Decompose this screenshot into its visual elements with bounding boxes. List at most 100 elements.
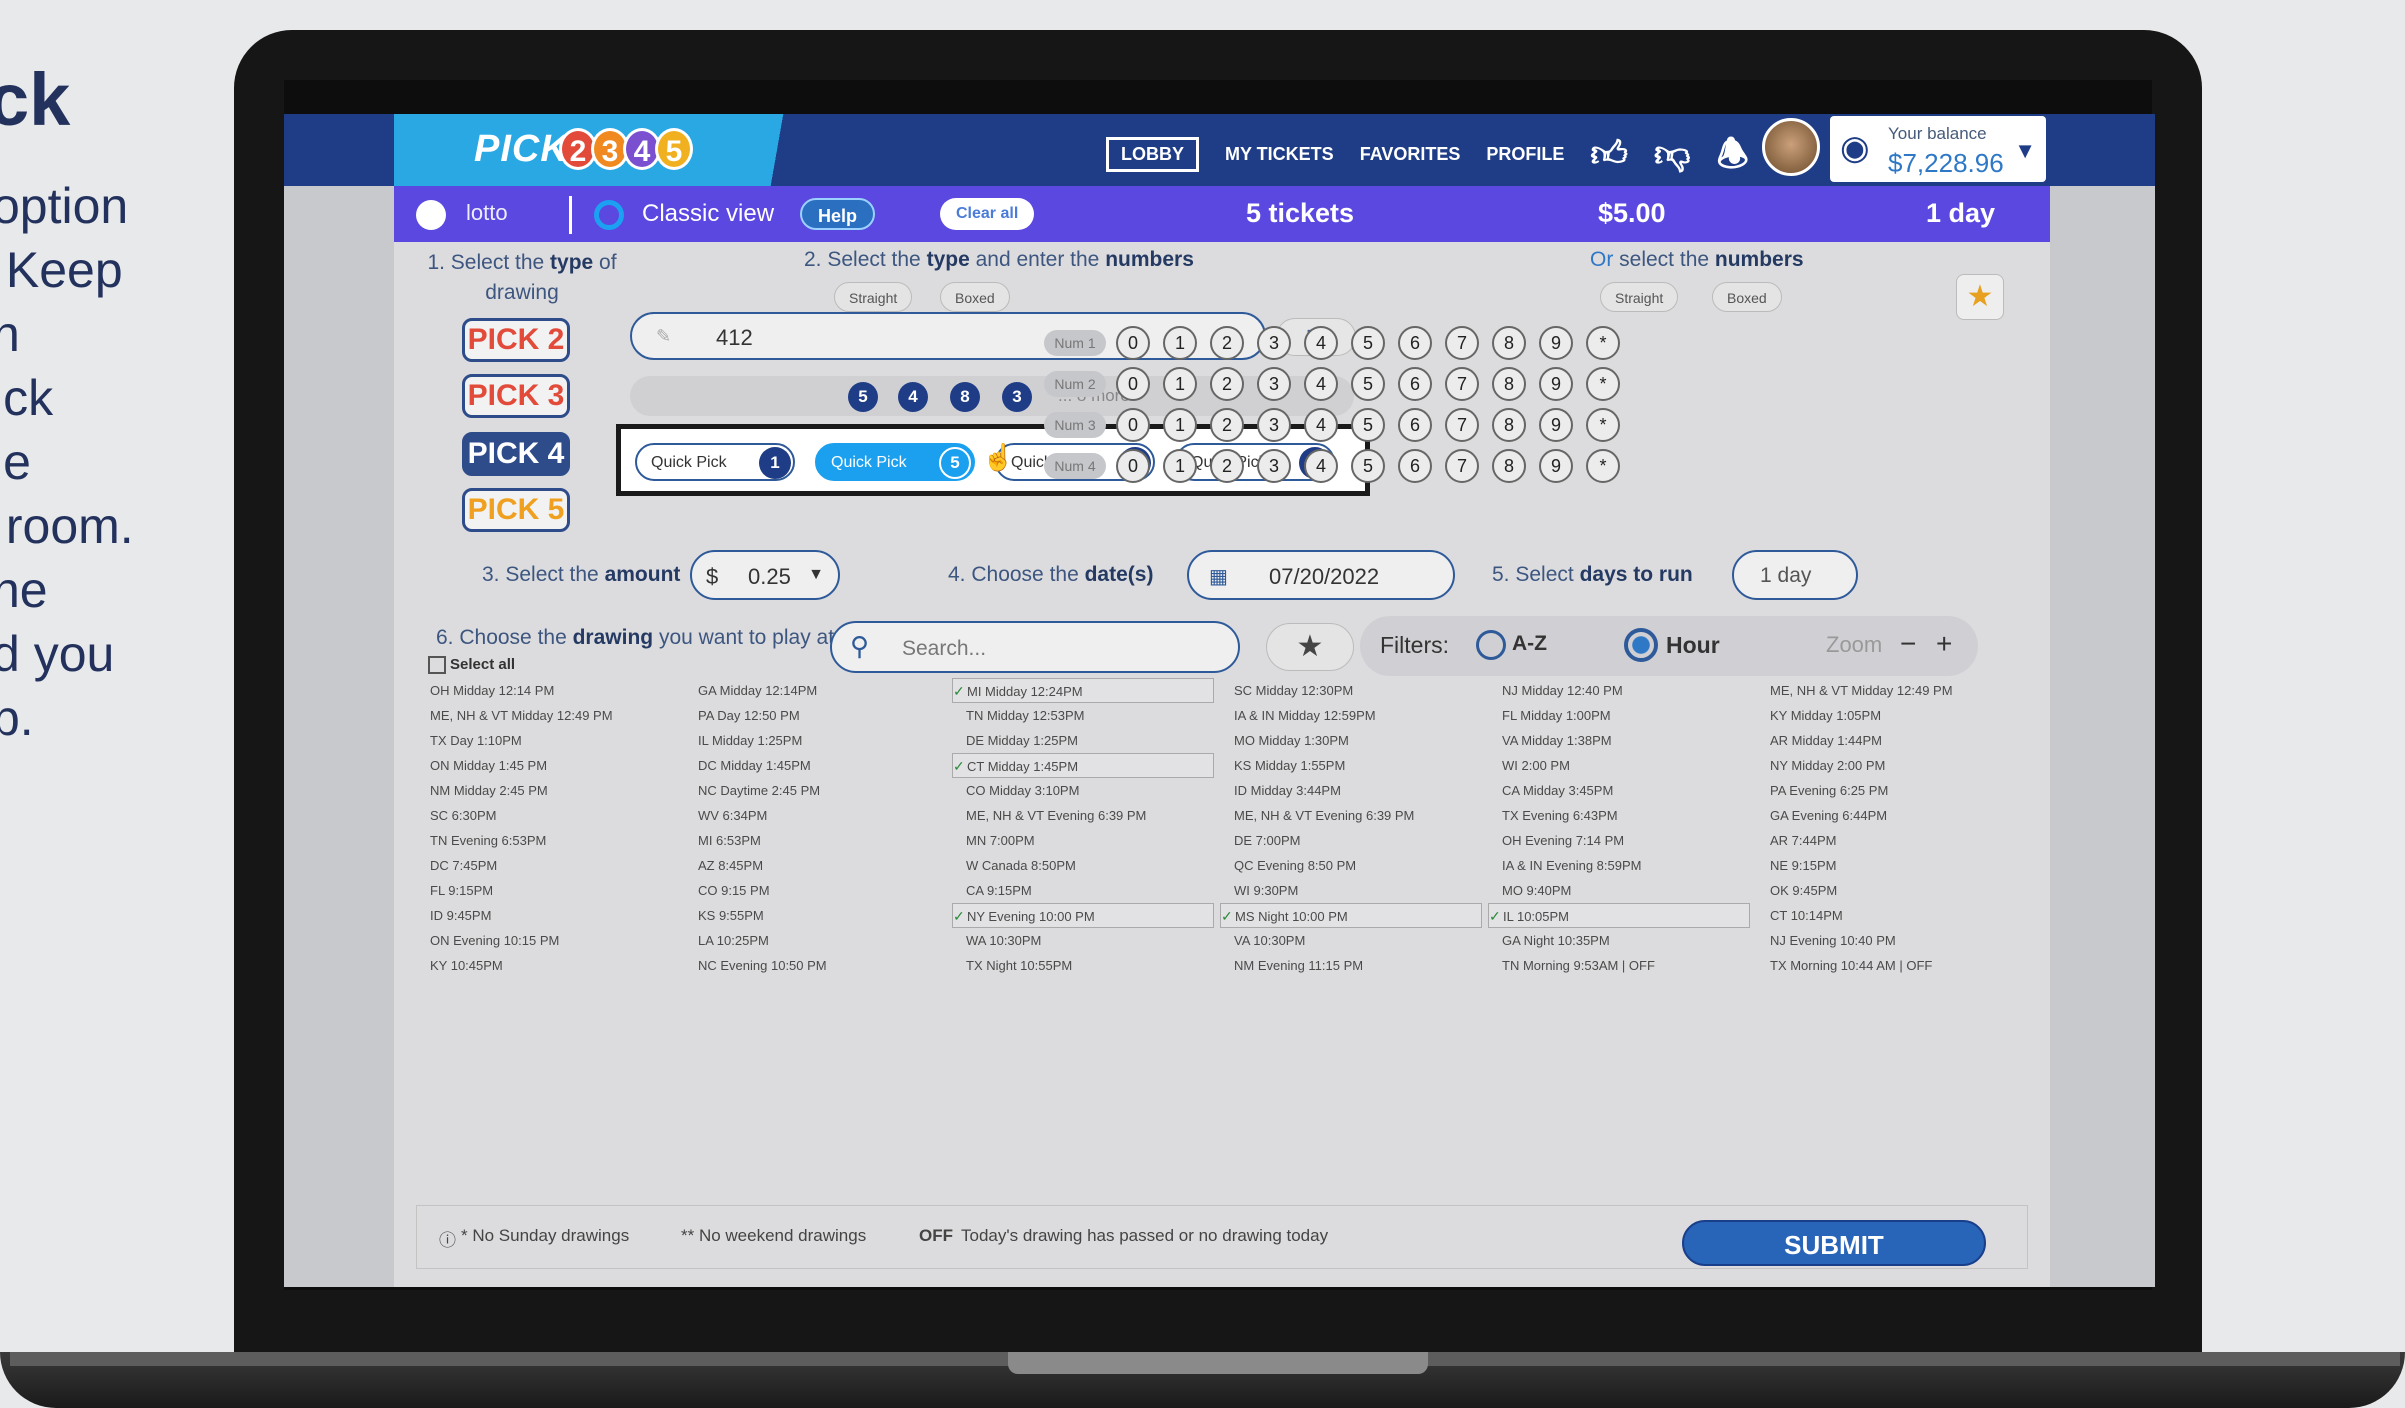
- days-select[interactable]: 1 day: [1732, 550, 1858, 600]
- drawing-item[interactable]: TX Day 1:10PM: [416, 728, 678, 753]
- digit-cell[interactable]: 4: [1304, 326, 1338, 360]
- drawing-item[interactable]: WA 10:30PM: [952, 928, 1214, 953]
- clear-all-button[interactable]: Clear all: [940, 198, 1035, 230]
- drawing-item[interactable]: MO 9:40PM: [1488, 878, 1750, 903]
- drawing-item[interactable]: ON Midday 1:45 PM: [416, 753, 678, 778]
- drawing-item[interactable]: CO Midday 3:10PM: [952, 778, 1214, 803]
- chevron-down-icon[interactable]: ▼: [2014, 138, 2036, 164]
- drawing-item[interactable]: NM Evening 11:15 PM: [1220, 953, 1482, 978]
- drawing-item[interactable]: GA Night 10:35PM: [1488, 928, 1750, 953]
- digit-cell[interactable]: 3: [1257, 449, 1291, 483]
- drawing-item[interactable]: MI 6:53PM: [684, 828, 946, 853]
- digit-cell[interactable]: 5: [1351, 408, 1385, 442]
- drawing-item[interactable]: DC 7:45PM: [416, 853, 678, 878]
- wildcard-cell[interactable]: *: [1586, 326, 1620, 360]
- digit-cell[interactable]: 4: [1304, 449, 1338, 483]
- drawing-item[interactable]: TX Morning 10:44 AM | OFF: [1756, 953, 2018, 978]
- digit-cell[interactable]: 3: [1257, 408, 1291, 442]
- drawing-item[interactable]: GA Midday 12:14PM: [684, 678, 946, 703]
- pick-logo[interactable]: PICK 2 3 4 5: [394, 114, 834, 186]
- numbers-straight-toggle[interactable]: Straight: [1600, 282, 1679, 312]
- straight-toggle[interactable]: Straight: [834, 282, 913, 312]
- drawing-item[interactable]: NJ Midday 12:40 PM: [1488, 678, 1750, 703]
- drawing-item[interactable]: MO Midday 1:30PM: [1220, 728, 1482, 753]
- digit-cell[interactable]: 4: [1304, 367, 1338, 401]
- drawing-item[interactable]: PA Day 12:50 PM: [684, 703, 946, 728]
- drawing-item[interactable]: ME, NH & VT Midday 12:49 PM: [416, 703, 678, 728]
- drawing-item[interactable]: KS Midday 1:55PM: [1220, 753, 1482, 778]
- digit-cell[interactable]: 8: [1492, 408, 1526, 442]
- drawing-item[interactable]: KY Midday 1:05PM: [1756, 703, 2018, 728]
- drawing-item[interactable]: WI 2:00 PM: [1488, 753, 1750, 778]
- drawing-item[interactable]: IL 10:05PM: [1488, 903, 1750, 928]
- digit-cell[interactable]: 0: [1116, 449, 1150, 483]
- wildcard-cell[interactable]: *: [1586, 367, 1620, 401]
- drawing-item[interactable]: ME, NH & VT Midday 12:49 PM: [1756, 678, 2018, 703]
- digit-cell[interactable]: 0: [1116, 367, 1150, 401]
- drawing-item[interactable]: IA & IN Midday 12:59PM: [1220, 703, 1482, 728]
- drawing-item[interactable]: NY Midday 2:00 PM: [1756, 753, 2018, 778]
- boxed-toggle[interactable]: Boxed: [940, 282, 1010, 312]
- drawing-item[interactable]: OK 9:45PM: [1756, 878, 2018, 903]
- drawing-item[interactable]: TN Morning 9:53AM | OFF: [1488, 953, 1750, 978]
- drawing-item[interactable]: AR Midday 1:44PM: [1756, 728, 2018, 753]
- help-button[interactable]: Help: [800, 198, 876, 230]
- drawing-item[interactable]: NC Daytime 2:45 PM: [684, 778, 946, 803]
- drawing-item[interactable]: NM Midday 2:45 PM: [416, 778, 678, 803]
- thumbs-down-icon[interactable]: 👎︎: [1654, 134, 1691, 174]
- drawing-item[interactable]: TN Midday 12:53PM: [952, 703, 1214, 728]
- drawing-item[interactable]: CT 10:14PM: [1756, 903, 2018, 928]
- drawing-item[interactable]: DE Midday 1:25PM: [952, 728, 1214, 753]
- drawing-item[interactable]: IA & IN Evening 8:59PM: [1488, 853, 1750, 878]
- amount-select[interactable]: $ 0.25 ▼: [690, 550, 840, 600]
- drawing-item[interactable]: VA 10:30PM: [1220, 928, 1482, 953]
- digit-cell[interactable]: 7: [1445, 449, 1479, 483]
- digit-cell[interactable]: 2: [1210, 449, 1244, 483]
- drawing-item[interactable]: TX Night 10:55PM: [952, 953, 1214, 978]
- thumbs-up-icon[interactable]: 👍︎: [1590, 134, 1628, 174]
- numbers-boxed-toggle[interactable]: Boxed: [1712, 282, 1782, 312]
- digit-cell[interactable]: 8: [1492, 326, 1526, 360]
- digit-cell[interactable]: 2: [1210, 408, 1244, 442]
- bell-icon[interactable]: 🕭︎: [1717, 134, 1749, 174]
- drawing-item[interactable]: ME, NH & VT Evening 6:39 PM: [1220, 803, 1482, 828]
- digit-cell[interactable]: 6: [1398, 449, 1432, 483]
- lotto-view-radio[interactable]: [416, 200, 446, 230]
- drawing-item[interactable]: TX Evening 6:43PM: [1488, 803, 1750, 828]
- drawing-item[interactable]: PA Evening 6:25 PM: [1756, 778, 2018, 803]
- digit-cell[interactable]: 8: [1492, 367, 1526, 401]
- drawing-item[interactable]: OH Evening 7:14 PM: [1488, 828, 1750, 853]
- nav-my-tickets[interactable]: MY TICKETS: [1225, 144, 1334, 165]
- drawing-item[interactable]: FL 9:15PM: [416, 878, 678, 903]
- digit-cell[interactable]: 7: [1445, 367, 1479, 401]
- digit-cell[interactable]: 1: [1163, 408, 1197, 442]
- drawing-item[interactable]: W Canada 8:50PM: [952, 853, 1214, 878]
- digit-cell[interactable]: 5: [1351, 367, 1385, 401]
- drawing-item[interactable]: FL Midday 1:00PM: [1488, 703, 1750, 728]
- drawing-item[interactable]: NY Evening 10:00 PM: [952, 903, 1214, 928]
- drawing-item[interactable]: CA 9:15PM: [952, 878, 1214, 903]
- digit-cell[interactable]: 5: [1351, 449, 1385, 483]
- wildcard-cell[interactable]: *: [1586, 449, 1620, 483]
- hour-radio[interactable]: [1624, 628, 1658, 662]
- submit-button[interactable]: SUBMIT: [1682, 1220, 1986, 1266]
- az-radio[interactable]: [1476, 630, 1506, 660]
- drawing-item[interactable]: OH Midday 12:14 PM: [416, 678, 678, 703]
- digit-cell[interactable]: 7: [1445, 326, 1479, 360]
- drawing-item[interactable]: SC Midday 12:30PM: [1220, 678, 1482, 703]
- digit-cell[interactable]: 8: [1492, 449, 1526, 483]
- wildcard-cell[interactable]: *: [1586, 408, 1620, 442]
- digit-cell[interactable]: 9: [1539, 326, 1573, 360]
- digit-cell[interactable]: 7: [1445, 408, 1479, 442]
- digit-cell[interactable]: 5: [1351, 326, 1385, 360]
- digit-cell[interactable]: 9: [1539, 449, 1573, 483]
- zoom-in-icon[interactable]: +: [1936, 628, 1952, 660]
- drawing-item[interactable]: NE 9:15PM: [1756, 853, 2018, 878]
- digit-cell[interactable]: 2: [1210, 367, 1244, 401]
- date-picker[interactable]: ▦ 07/20/2022: [1187, 550, 1455, 600]
- drawing-item[interactable]: DC Midday 1:45PM: [684, 753, 946, 778]
- game-pick4-button[interactable]: PICK 4: [462, 432, 570, 476]
- digit-cell[interactable]: 6: [1398, 408, 1432, 442]
- nav-lobby[interactable]: LOBBY: [1106, 136, 1199, 172]
- drawing-item[interactable]: AZ 8:45PM: [684, 853, 946, 878]
